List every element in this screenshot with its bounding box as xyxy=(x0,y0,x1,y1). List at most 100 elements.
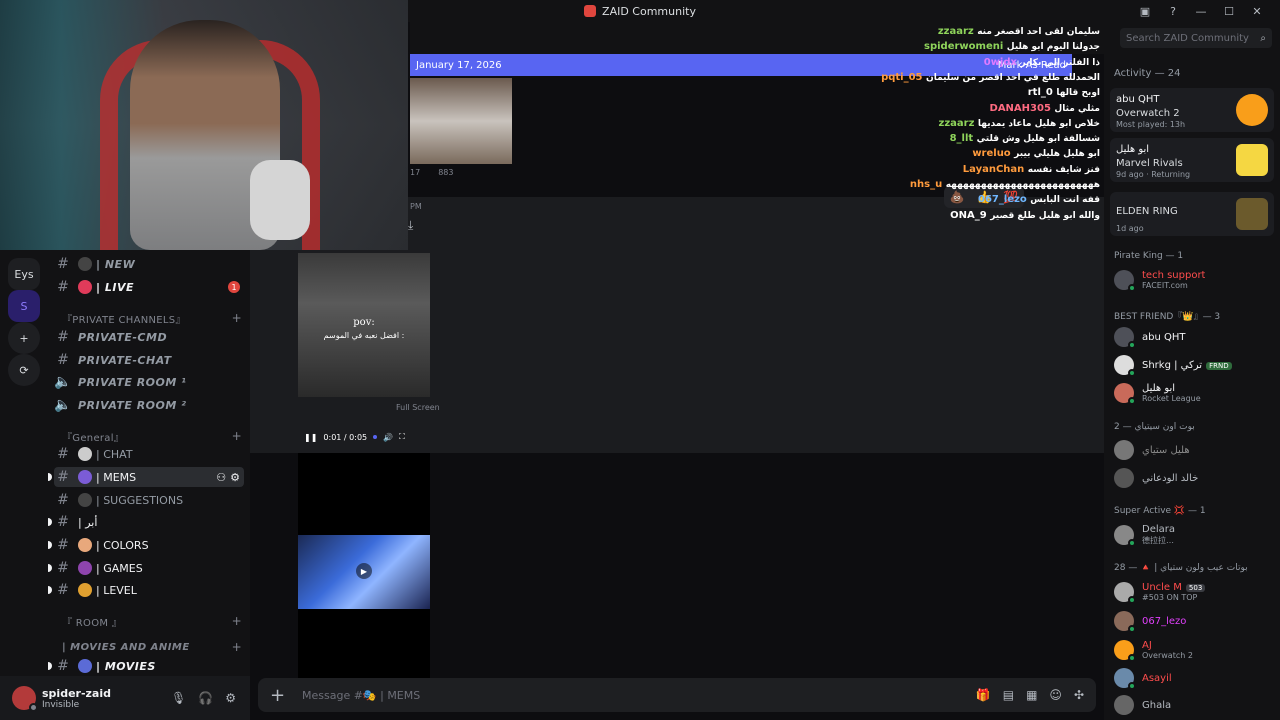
member-item[interactable]: خالد الودعاني xyxy=(1114,465,1276,491)
video-thumbnail[interactable]: ▶ xyxy=(298,535,430,609)
pause-icon[interactable]: ❚❚ xyxy=(304,433,317,442)
activity-card[interactable]: abu QHT Overwatch 2 Most played: 13h xyxy=(1110,88,1274,132)
volume-icon[interactable]: 🔊 xyxy=(383,433,393,442)
add-server-icon[interactable]: + xyxy=(8,322,40,354)
stream-chat-username: nhs_u xyxy=(909,179,943,190)
member-item[interactable]: Shrkg | تركي FRND xyxy=(1114,352,1276,378)
search-icon: ⌕ xyxy=(1260,32,1266,44)
member-item[interactable]: 067_lezo xyxy=(1114,608,1276,634)
gift-icon[interactable]: 🎁 xyxy=(976,688,991,702)
hash-icon: # xyxy=(57,469,69,485)
voice-private-room-2[interactable]: 🔈 PRIVATE ROOM ² xyxy=(54,395,244,415)
channel-colors[interactable]: # | COLORS xyxy=(48,535,244,555)
add-channel-icon[interactable]: + xyxy=(232,429,242,443)
poop-emoji-icon[interactable]: 💩 xyxy=(950,190,965,204)
channel-live[interactable]: # | LIVE 1 xyxy=(54,277,244,297)
channel-games[interactable]: # | GAMES xyxy=(48,558,244,578)
avatar xyxy=(1114,582,1136,604)
channel-chat[interactable]: # | CHAT xyxy=(54,444,244,464)
member-activity: Overwatch 2 xyxy=(1142,651,1193,660)
add-channel-icon[interactable]: + xyxy=(232,614,242,628)
minimize-button[interactable]: — xyxy=(1190,5,1212,18)
stream-chat-username: pqti_05 xyxy=(881,71,923,83)
gif-icon[interactable]: ▤ xyxy=(1003,688,1014,702)
progress-bar[interactable] xyxy=(373,435,378,439)
discover-icon[interactable]: ⟳ xyxy=(8,354,40,386)
message-input[interactable]: Message #🎭 | MEMS xyxy=(302,689,420,702)
member-group-header: بوتات عيب ولون ستياي | 🔺 — 28 xyxy=(1114,563,1248,573)
category-movies-anime[interactable]: | MOVIES AND ANIME + xyxy=(62,639,242,655)
voice-private-room-1[interactable]: 🔈 PRIVATE ROOM ¹ xyxy=(54,372,244,392)
member-item[interactable]: abu QHT xyxy=(1114,324,1276,350)
avatar[interactable] xyxy=(12,686,38,712)
download-icon[interactable]: ⤓ xyxy=(408,218,426,236)
category-general[interactable]: 『General』 + xyxy=(62,428,242,444)
category-room[interactable]: 『 ROOM 』 + xyxy=(62,613,242,629)
stream-chat-message: DANAH305 مثلي مثال xyxy=(990,103,1100,114)
member-name: ابو هليل xyxy=(1142,383,1176,394)
channel-new[interactable]: # | NEW xyxy=(54,254,244,274)
member-item[interactable]: AJ Overwatch 2 xyxy=(1114,637,1276,663)
member-item[interactable]: Uncle M 503 #503 ON TOP xyxy=(1114,579,1276,605)
invite-icon[interactable]: ⚇ xyxy=(216,471,226,484)
sticker-icon[interactable]: ▦ xyxy=(1026,688,1037,702)
stream-chat-message: wreluo ابو هليل هليلي بيبر xyxy=(972,148,1100,159)
message-composer[interactable]: + Message #🎭 | MEMS 🎁 ▤ ▦ ☺ ✣ xyxy=(258,678,1096,712)
play-icon[interactable]: ▶ xyxy=(356,563,372,579)
channel-level[interactable]: # | LEVEL xyxy=(48,580,244,600)
channel-suggestions[interactable]: # | SUGGESTIONS xyxy=(54,490,244,510)
activity-card[interactable]: ابو هليل Marvel Rivals 9d ago · Returnin… xyxy=(1110,138,1274,182)
member-item[interactable]: ابو هليل Rocket League xyxy=(1114,380,1276,406)
fullscreen-tooltip: Full Screen xyxy=(396,403,440,412)
maximize-button[interactable]: ☐ xyxy=(1218,5,1240,18)
stream-chat-text: جدولنا اليوم ابو هليل xyxy=(1006,42,1100,53)
close-button[interactable]: ✕ xyxy=(1246,5,1268,18)
stream-chat-text: قفه انت البابس xyxy=(1030,195,1100,206)
server-eys[interactable]: Eys xyxy=(8,258,40,290)
channel-arabic[interactable]: # | أبر xyxy=(48,512,244,532)
post-image[interactable] xyxy=(410,78,512,164)
member-item[interactable]: Ghala xyxy=(1114,692,1276,718)
app-icon xyxy=(584,5,597,17)
emoji-icon[interactable]: ☺ xyxy=(1049,688,1062,702)
headphones-icon[interactable]: 🎧 xyxy=(198,691,213,705)
member-item[interactable]: Asayil xyxy=(1114,665,1276,691)
member-item[interactable]: tech support FACEIT.com xyxy=(1114,267,1276,293)
video-time: 0:01 / 0:05 xyxy=(323,432,368,442)
video-background xyxy=(298,609,430,669)
inbox-icon[interactable]: ▣ xyxy=(1134,5,1156,18)
fullscreen-icon[interactable]: ⛶ xyxy=(399,432,405,442)
activity-card[interactable]: ELDEN RING 1d ago xyxy=(1110,192,1274,236)
stream-chat-username: 067_lezo xyxy=(978,194,1027,206)
settings-gear-icon[interactable]: ⚙ xyxy=(225,691,236,705)
add-channel-icon[interactable]: + xyxy=(232,311,242,325)
member-item[interactable]: هليل ستياي xyxy=(1114,437,1276,463)
channel-label: | MEMS xyxy=(96,470,137,484)
avatar xyxy=(1114,355,1136,377)
channel-mems[interactable]: # | MEMS ⚇ ⚙ xyxy=(48,467,244,487)
view-count: 883 xyxy=(438,168,454,177)
speaker-icon: 🔈 xyxy=(54,397,72,413)
channel-movies[interactable]: # | MOVIES xyxy=(48,656,244,676)
stream-chat-text: مثلي مثال xyxy=(1054,103,1100,114)
activity-header: Activity — 24 xyxy=(1114,68,1181,79)
attach-plus-icon[interactable]: + xyxy=(270,685,294,706)
activity-game: ELDEN RING xyxy=(1116,206,1178,217)
apps-icon[interactable]: ✣ xyxy=(1074,688,1084,702)
stream-chat-text: فنز شايف نفسه xyxy=(1027,164,1100,175)
category-private-channels[interactable]: 『PRIVATE CHANNELS』 + xyxy=(62,310,242,326)
microphone xyxy=(250,160,310,240)
search-input[interactable]: Search ZAID Community ⌕ xyxy=(1120,28,1272,48)
add-channel-icon[interactable]: + xyxy=(232,640,242,654)
member-item[interactable]: Delara 德拉拉… xyxy=(1114,522,1276,548)
like-count: 17 xyxy=(410,168,421,177)
microphone-icon[interactable]: 🎙 xyxy=(171,691,186,705)
video-player[interactable]: pov: افضل نعبه في الموسم : xyxy=(298,253,430,397)
hash-icon: # xyxy=(57,514,69,530)
help-icon[interactable]: ? xyxy=(1162,5,1184,18)
server-zaid-community[interactable]: S xyxy=(8,290,40,322)
avatar xyxy=(1114,611,1136,633)
channel-private-chat[interactable]: # PRIVATE-CHAT xyxy=(54,350,244,370)
channel-private-cmd[interactable]: # PRIVATE-CMD xyxy=(54,327,244,347)
settings-gear-icon[interactable]: ⚙ xyxy=(230,471,240,484)
